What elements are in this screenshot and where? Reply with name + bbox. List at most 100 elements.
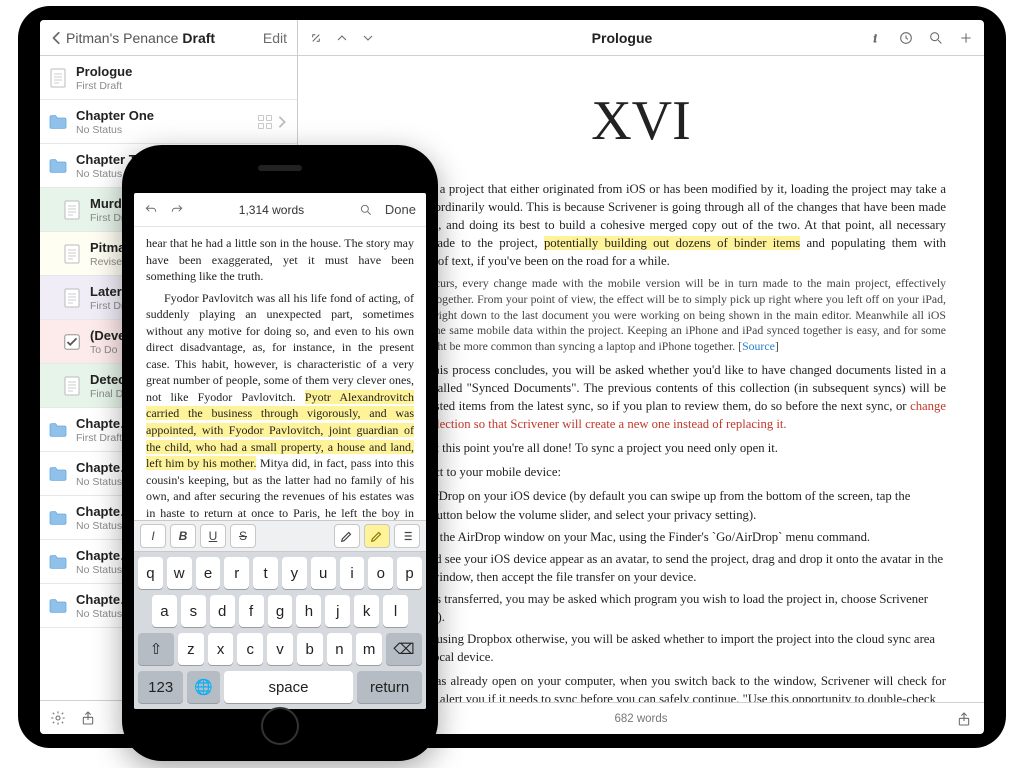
back-label: Pitman's Penance: [66, 30, 178, 46]
key-d[interactable]: d: [210, 595, 235, 627]
iphone-screen: 1,314 words Done hear that he had a litt…: [134, 193, 426, 709]
key-q[interactable]: q: [138, 557, 163, 589]
key-h[interactable]: h: [296, 595, 321, 627]
folder-icon: [48, 156, 68, 176]
list-item: Now open the AirDrop window on your Mac,…: [380, 528, 946, 546]
key-o[interactable]: o: [368, 557, 393, 589]
item-name: Prologue: [76, 64, 287, 79]
chapter-heading: XVI: [336, 82, 946, 162]
key-l[interactable]: l: [383, 595, 408, 627]
folder-icon: [48, 464, 68, 484]
edit-button[interactable]: Edit: [263, 30, 287, 46]
gear-icon[interactable]: [50, 710, 66, 726]
corkboard-icon[interactable]: [257, 114, 273, 130]
item-name: Chapter One: [76, 108, 257, 123]
format-bar: I B U S: [134, 520, 426, 552]
keyboard: qwertyuiop asdfghjkl ⇧zxcvbnm⌫ 123🌐space…: [134, 552, 426, 709]
search-icon[interactable]: [359, 203, 373, 217]
word-count: 1,314 words: [196, 203, 347, 217]
ordered-list: Enable AirDrop on your iOS device (by de…: [380, 487, 946, 665]
chevron-up-icon[interactable]: [334, 30, 350, 46]
key-a[interactable]: a: [152, 595, 177, 627]
binder-item[interactable]: PrologueFirst Draft: [40, 56, 297, 100]
share-icon[interactable]: [956, 711, 972, 727]
highlight-button[interactable]: [364, 524, 390, 548]
pen-button[interactable]: [334, 524, 360, 548]
key-t[interactable]: t: [253, 557, 278, 589]
bold-italic-button[interactable]: B: [170, 524, 196, 548]
back-button[interactable]: Pitman's Penance: [50, 30, 178, 46]
key-123[interactable]: 123: [138, 671, 183, 703]
done-button[interactable]: Done: [385, 202, 416, 217]
underline-button[interactable]: U: [200, 524, 226, 548]
key-return[interactable]: return: [357, 671, 422, 703]
item-status: No Status: [76, 124, 257, 136]
word-count: 682 words: [614, 713, 667, 725]
document-icon: [62, 244, 82, 264]
folder-icon: [48, 420, 68, 440]
folder-icon: [48, 112, 68, 132]
document-icon: [62, 376, 82, 396]
binder-item[interactable]: Chapter OneNo Status: [40, 100, 297, 144]
key-u[interactable]: u: [311, 557, 336, 589]
key-⌫[interactable]: ⌫: [386, 633, 422, 665]
folder-icon: [48, 552, 68, 572]
document-icon: [48, 68, 68, 88]
key-🌐[interactable]: 🌐: [187, 671, 219, 703]
list-button[interactable]: [394, 524, 420, 548]
chevron-right-icon: [277, 115, 287, 129]
chevron-left-icon: [50, 31, 64, 45]
folder-icon: [48, 508, 68, 528]
key-space[interactable]: space: [224, 671, 354, 703]
undo-icon[interactable]: [144, 203, 158, 217]
list-item: If you are using Dropbox otherwise, you …: [380, 630, 946, 666]
key-r[interactable]: r: [224, 557, 249, 589]
key-b[interactable]: b: [297, 633, 323, 665]
history-icon[interactable]: [898, 30, 914, 46]
document-icon: [62, 288, 82, 308]
key-w[interactable]: w: [167, 557, 192, 589]
item-status: First Draft: [76, 80, 287, 92]
key-c[interactable]: c: [237, 633, 263, 665]
share-icon[interactable]: [80, 710, 96, 726]
document-icon: [62, 200, 82, 220]
key-i[interactable]: i: [340, 557, 365, 589]
key-k[interactable]: k: [354, 595, 379, 627]
key-m[interactable]: m: [356, 633, 382, 665]
key-x[interactable]: x: [208, 633, 234, 665]
key-f[interactable]: f: [239, 595, 264, 627]
paragraph: Fyodor Pavlovitch was all his life fond …: [146, 290, 414, 520]
chevron-down-icon[interactable]: [360, 30, 376, 46]
strike-button[interactable]: S: [230, 524, 256, 548]
info-icon[interactable]: i: [868, 30, 884, 46]
editor-header: Prologue i: [298, 20, 984, 56]
key-y[interactable]: y: [282, 557, 307, 589]
iphone-editor[interactable]: hear that he had a little son in the hou…: [134, 227, 426, 520]
iphone-device: 1,314 words Done hear that he had a litt…: [122, 145, 438, 761]
search-icon[interactable]: [928, 30, 944, 46]
expand-icon[interactable]: [308, 30, 324, 46]
source-link[interactable]: Source: [742, 339, 775, 353]
key-v[interactable]: v: [267, 633, 293, 665]
key-e[interactable]: e: [196, 557, 221, 589]
sidebar-title: Draft: [182, 30, 215, 46]
checkbox-icon: [62, 332, 82, 352]
key-j[interactable]: j: [325, 595, 350, 627]
list-item: You should see your iOS device appear as…: [380, 550, 946, 586]
key-n[interactable]: n: [327, 633, 353, 665]
nav-controls: [308, 30, 376, 46]
key-s[interactable]: s: [181, 595, 206, 627]
redo-icon[interactable]: [170, 203, 184, 217]
iphone-toolbar: 1,314 words Done: [134, 193, 426, 227]
note-block: When sync occurs, every change made with…: [364, 276, 946, 356]
add-icon[interactable]: [958, 30, 974, 46]
key-g[interactable]: g: [268, 595, 293, 627]
key-⇧[interactable]: ⇧: [138, 633, 174, 665]
list-item: Enable AirDrop on your iOS device (by de…: [380, 487, 946, 523]
key-p[interactable]: p: [397, 557, 422, 589]
italic-button[interactable]: I: [140, 524, 166, 548]
editor-tools: i: [868, 30, 974, 46]
key-z[interactable]: z: [178, 633, 204, 665]
highlighted-text: potentially building out dozens of binde…: [544, 236, 800, 250]
svg-text:i: i: [873, 31, 876, 45]
